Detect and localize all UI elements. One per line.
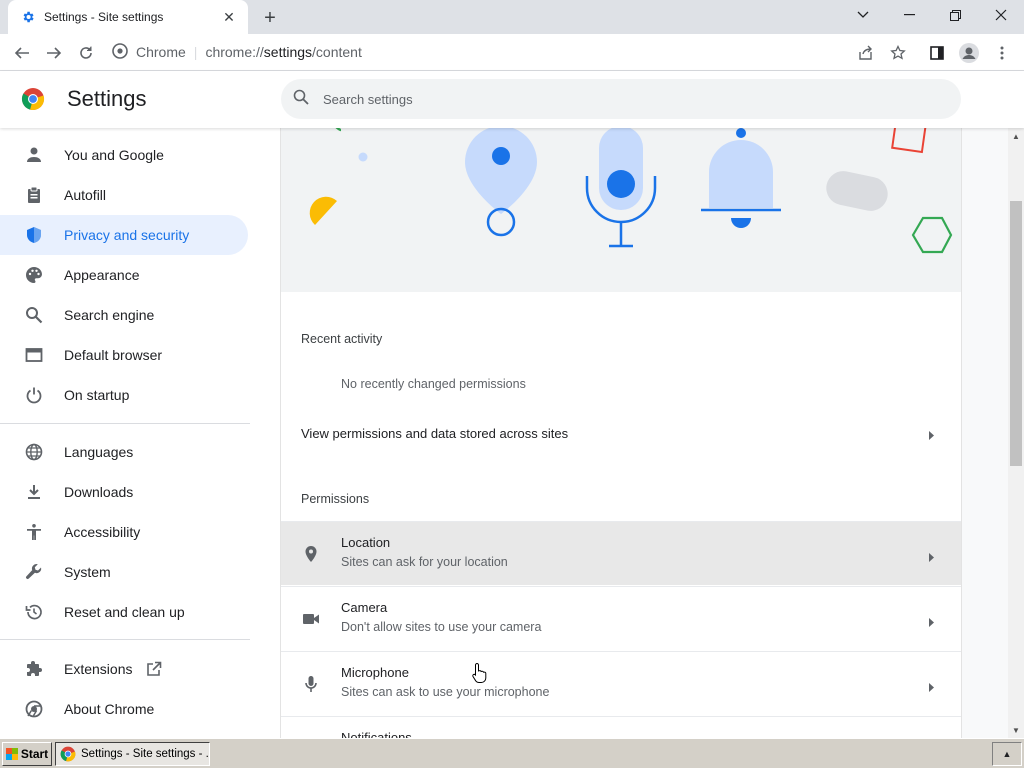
close-window-button[interactable]	[978, 0, 1024, 30]
search-icon	[293, 89, 309, 110]
download-icon	[24, 482, 44, 502]
arrow-right-icon	[929, 679, 935, 697]
permission-subtitle: Sites can ask for your location	[341, 555, 508, 569]
back-arrow-icon[interactable]	[9, 40, 35, 66]
sidebar-item-search-engine[interactable]: Search engine	[0, 295, 248, 335]
person-icon	[24, 145, 44, 165]
permission-subtitle: Sites can ask to use your microphone	[341, 685, 550, 699]
permission-title: Camera	[341, 600, 388, 615]
tab-title: Settings - Site settings	[44, 10, 164, 24]
sidebar-divider	[0, 423, 250, 424]
tab-strip: Settings - Site settings ✕ +	[0, 0, 1024, 34]
shield-icon	[24, 225, 44, 245]
side-panel-icon[interactable]	[924, 40, 950, 66]
settings-search-input[interactable]: Search settings	[281, 79, 961, 119]
permissions-heading: Permissions	[301, 492, 370, 506]
restore-button[interactable]	[932, 0, 978, 30]
sidebar-item-reset-and-clean-up[interactable]: Reset and clean up	[0, 592, 248, 632]
arrow-right-icon	[929, 549, 935, 567]
wrench-icon	[24, 562, 44, 582]
view-permissions-and-data-link[interactable]: View permissions and data stored across …	[281, 416, 961, 450]
page-scrollbar[interactable]: ▲ ▼	[1008, 128, 1024, 738]
taskbar-item-chrome[interactable]: Settings - Site settings - ...	[55, 742, 210, 766]
camera-icon	[301, 609, 321, 629]
sidebar-item-on-startup[interactable]: On startup	[0, 375, 248, 415]
chrome-site-icon	[112, 42, 128, 62]
sidebar-item-languages[interactable]: Languages	[0, 432, 248, 472]
permission-title: Notifications	[341, 730, 412, 738]
page-title: Settings	[67, 86, 147, 111]
puzzle-icon	[24, 659, 44, 679]
bookmark-star-icon[interactable]	[885, 40, 911, 66]
open-external-icon	[146, 661, 162, 677]
omnibox-url: chrome://settings/content	[205, 44, 362, 60]
no-recent-permissions-text: No recently changed permissions	[341, 377, 526, 391]
profile-avatar-icon[interactable]	[956, 40, 982, 66]
settings-sidebar: You and Google Autofill Privacy and secu…	[0, 128, 280, 738]
scroll-up-arrow-icon[interactable]: ▲	[1008, 128, 1024, 144]
permission-row-notifications[interactable]: Notifications	[281, 716, 961, 738]
sidebar-item-you-and-google[interactable]: You and Google	[0, 135, 248, 175]
restore-history-icon	[24, 602, 44, 622]
chrome-icon	[24, 699, 44, 719]
location-pin-icon	[301, 544, 321, 564]
site-settings-banner-illustration	[281, 128, 961, 292]
settings-header: Settings Search settings	[0, 71, 1024, 128]
reload-icon[interactable]	[73, 40, 99, 66]
omnibox-site-label: Chrome	[136, 44, 186, 60]
search-icon	[24, 305, 44, 325]
sidebar-item-downloads[interactable]: Downloads	[0, 472, 248, 512]
kebab-menu-icon[interactable]	[989, 40, 1015, 66]
arrow-right-icon	[929, 428, 935, 443]
clipboard-icon	[24, 185, 44, 205]
hand-cursor-icon	[472, 662, 488, 689]
palette-icon	[24, 265, 44, 285]
recent-activity-heading: Recent activity	[301, 332, 383, 346]
windows-logo-icon	[5, 748, 18, 760]
chrome-logo-icon	[21, 87, 45, 111]
power-icon	[24, 385, 44, 405]
microphone-icon	[301, 674, 321, 694]
scrollbar-thumb[interactable]	[1010, 201, 1022, 466]
chrome-logo-icon	[60, 746, 76, 762]
system-tray-icon[interactable]: ▲	[992, 742, 1022, 766]
sidebar-item-default-browser[interactable]: Default browser	[0, 335, 248, 375]
search-placeholder: Search settings	[323, 91, 413, 107]
scroll-down-arrow-icon[interactable]: ▼	[1008, 722, 1024, 738]
permission-row-camera[interactable]: Camera Don't allow sites to use your cam…	[281, 586, 961, 650]
site-settings-card: Recent activity No recently changed perm…	[281, 128, 961, 738]
sidebar-item-system[interactable]: System	[0, 552, 248, 592]
browser-tab[interactable]: Settings - Site settings ✕	[8, 0, 248, 34]
tab-search-chevron-down-icon[interactable]	[840, 0, 886, 30]
sidebar-item-privacy-and-security[interactable]: Privacy and security	[0, 215, 248, 255]
start-button[interactable]: Start	[2, 742, 52, 766]
globe-icon	[24, 442, 44, 462]
permission-subtitle: Don't allow sites to use your camera	[341, 620, 542, 634]
permission-row-location[interactable]: Location Sites can ask for your location	[281, 521, 961, 585]
permission-title: Microphone	[341, 665, 409, 680]
permission-row-microphone[interactable]: Microphone Sites can ask to use your mic…	[281, 651, 961, 715]
minimize-button[interactable]	[886, 0, 932, 30]
permission-title: Location	[341, 535, 391, 550]
browser-icon	[24, 345, 44, 365]
accessibility-icon	[24, 522, 44, 542]
os-taskbar: Start Settings - Site settings - ... ▲	[0, 738, 1024, 768]
sidebar-item-appearance[interactable]: Appearance	[0, 255, 248, 295]
gear-icon	[20, 9, 36, 25]
tab-close-icon[interactable]: ✕	[220, 8, 238, 26]
new-tab-button[interactable]: +	[259, 7, 281, 29]
omnibox[interactable]: Chrome | chrome://settings/content	[112, 38, 422, 66]
sidebar-item-about-chrome[interactable]: About Chrome	[0, 689, 248, 729]
sidebar-item-extensions[interactable]: Extensions	[0, 649, 248, 689]
sidebar-item-accessibility[interactable]: Accessibility	[0, 512, 248, 552]
sidebar-item-autofill[interactable]: Autofill	[0, 175, 248, 215]
arrow-right-icon	[929, 614, 935, 632]
share-icon[interactable]	[853, 40, 879, 66]
browser-toolbar: Chrome | chrome://settings/content	[0, 34, 1024, 71]
forward-arrow-icon[interactable]	[41, 40, 67, 66]
sidebar-divider	[0, 639, 250, 640]
